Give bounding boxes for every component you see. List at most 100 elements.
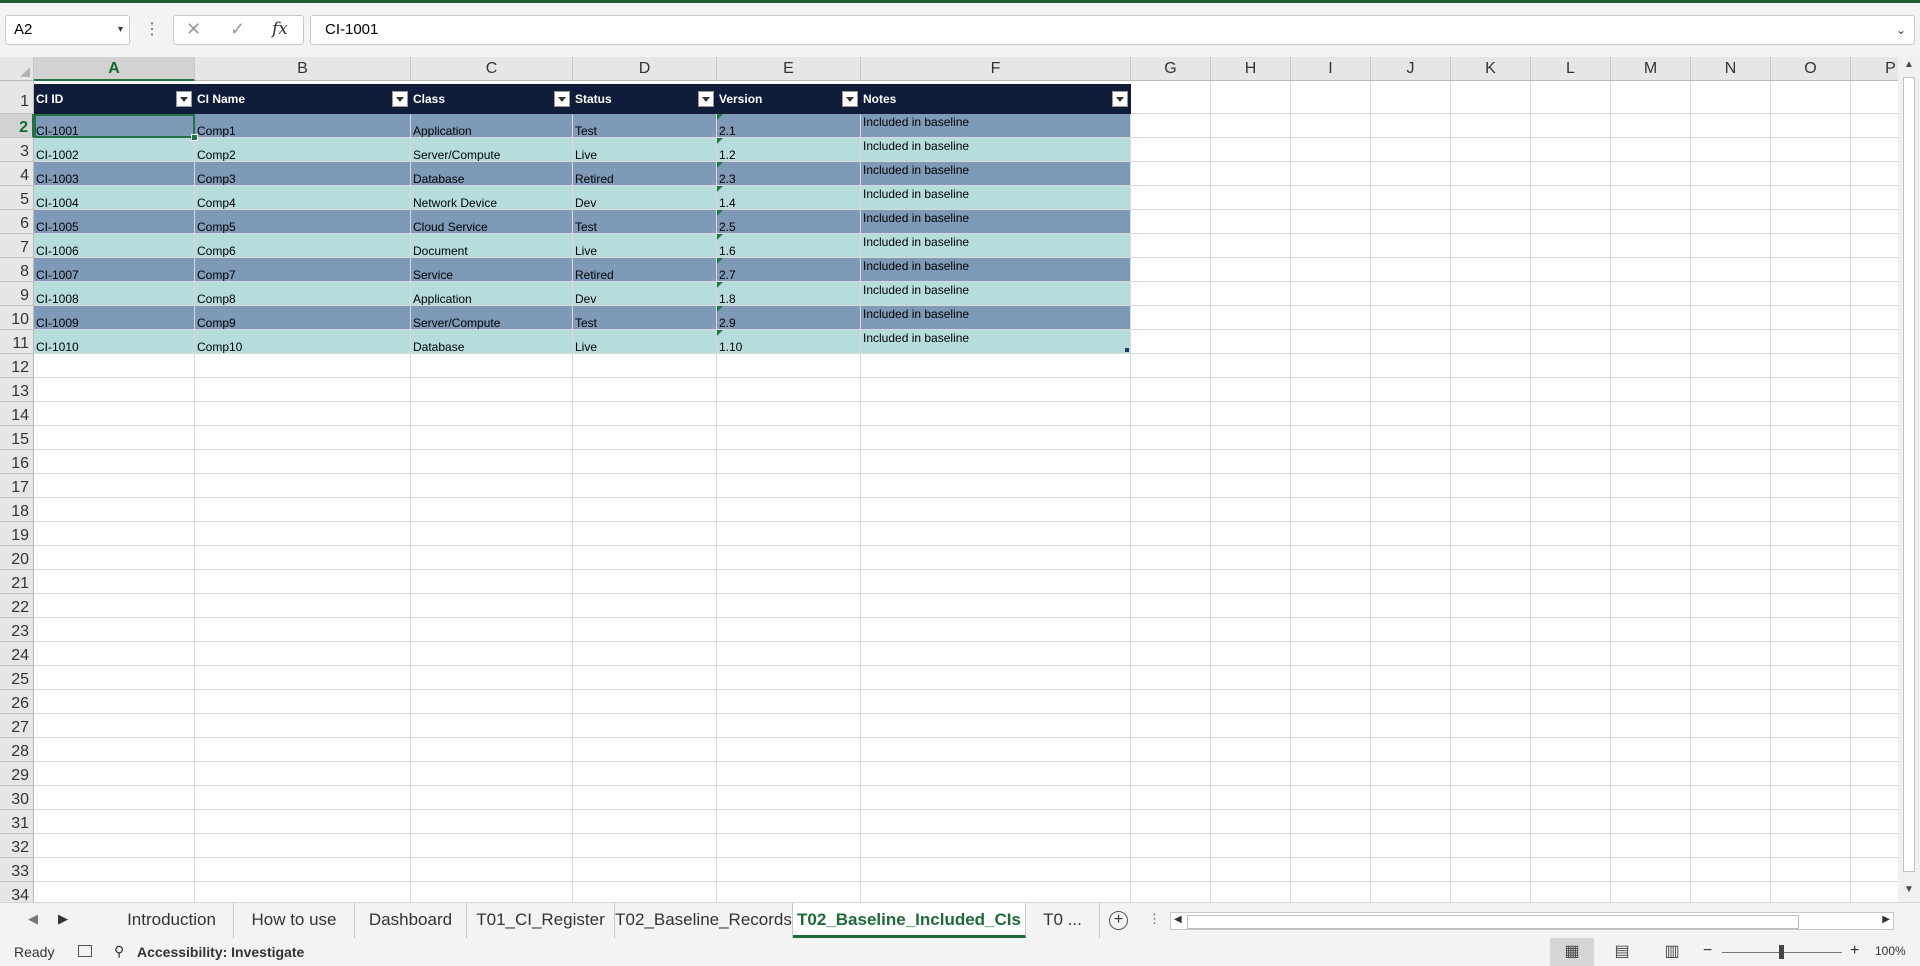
cell[interactable]	[1131, 786, 1211, 810]
cell[interactable]	[1211, 474, 1291, 498]
cell[interactable]	[1851, 81, 1898, 114]
cell[interactable]	[1771, 594, 1851, 618]
row-header[interactable]: 3	[0, 138, 34, 162]
cell[interactable]	[1531, 330, 1611, 354]
cell[interactable]	[195, 450, 411, 474]
cell[interactable]	[1291, 474, 1371, 498]
cell[interactable]	[1851, 378, 1898, 402]
fill-handle[interactable]	[191, 134, 198, 141]
cell[interactable]	[1291, 762, 1371, 786]
cell[interactable]	[1691, 81, 1771, 114]
cell[interactable]	[573, 762, 717, 786]
cell[interactable]	[861, 762, 1131, 786]
cell[interactable]	[573, 378, 717, 402]
cell[interactable]	[1611, 642, 1691, 666]
cell[interactable]	[1771, 762, 1851, 786]
cell[interactable]	[573, 858, 717, 882]
cell[interactable]	[1131, 378, 1211, 402]
cell[interactable]	[34, 618, 195, 642]
macro-record-icon[interactable]	[78, 945, 92, 957]
cell[interactable]	[1371, 570, 1451, 594]
ci-id-cell[interactable]: CI-1002	[34, 138, 195, 162]
cell[interactable]	[1531, 738, 1611, 762]
cell[interactable]	[1851, 306, 1898, 330]
cell[interactable]	[1531, 690, 1611, 714]
cell[interactable]	[1691, 234, 1771, 258]
cell[interactable]	[1851, 570, 1898, 594]
cell[interactable]	[1211, 258, 1291, 282]
cell[interactable]	[861, 498, 1131, 522]
cell[interactable]	[717, 546, 861, 570]
cell[interactable]	[1611, 234, 1691, 258]
cell[interactable]	[1771, 114, 1851, 138]
cell[interactable]	[1211, 138, 1291, 162]
table-cell[interactable]: Comp10	[195, 330, 411, 354]
cell[interactable]	[1451, 786, 1531, 810]
add-sheet-icon[interactable]: +	[1109, 911, 1128, 930]
cell[interactable]	[1451, 858, 1531, 882]
cell[interactable]	[1531, 450, 1611, 474]
cell[interactable]	[1611, 210, 1691, 234]
table-cell[interactable]: Server/Compute	[411, 306, 573, 330]
cell[interactable]	[1771, 234, 1851, 258]
cell[interactable]	[195, 546, 411, 570]
cell[interactable]	[1371, 114, 1451, 138]
table-cell[interactable]: Included in baseline	[861, 162, 1131, 186]
table-cell[interactable]: Dev	[573, 282, 717, 306]
cell[interactable]	[1291, 258, 1371, 282]
select-all-button[interactable]	[0, 57, 34, 81]
cell[interactable]	[34, 354, 195, 378]
cell[interactable]	[1451, 666, 1531, 690]
cell[interactable]	[1691, 522, 1771, 546]
cell[interactable]	[1131, 594, 1211, 618]
cell[interactable]	[1611, 738, 1691, 762]
cell[interactable]	[1291, 834, 1371, 858]
cell[interactable]	[1211, 450, 1291, 474]
cell[interactable]	[1451, 762, 1531, 786]
cell[interactable]	[717, 474, 861, 498]
cell[interactable]	[1451, 306, 1531, 330]
version-cell[interactable]: 2.7	[717, 258, 861, 282]
cell[interactable]	[1851, 162, 1898, 186]
cell[interactable]	[1691, 570, 1771, 594]
column-header[interactable]: B	[195, 57, 411, 81]
cell[interactable]	[411, 402, 573, 426]
table-cell[interactable]: Comp7	[195, 258, 411, 282]
cell[interactable]	[1691, 114, 1771, 138]
cell[interactable]	[1771, 738, 1851, 762]
cell[interactable]	[34, 378, 195, 402]
cell[interactable]	[1851, 810, 1898, 834]
sheet-tab[interactable]: Introduction	[110, 903, 234, 938]
cell[interactable]	[34, 594, 195, 618]
cell[interactable]	[1691, 138, 1771, 162]
cell[interactable]	[1611, 786, 1691, 810]
row-header[interactable]: 34	[0, 882, 34, 902]
accessibility-status[interactable]: Accessibility: Investigate	[137, 944, 304, 960]
cell[interactable]	[34, 474, 195, 498]
cell[interactable]	[1851, 186, 1898, 210]
sheet-tab[interactable]: T0 ...	[1026, 903, 1100, 938]
cell[interactable]	[1291, 186, 1371, 210]
cell[interactable]	[1531, 522, 1611, 546]
cell[interactable]	[1771, 666, 1851, 690]
table-header-cell[interactable]: Version	[717, 84, 861, 114]
cell[interactable]	[717, 522, 861, 546]
row-header[interactable]: 4	[0, 162, 34, 186]
cell[interactable]	[1291, 858, 1371, 882]
page-break-view-icon[interactable]: ▥	[1650, 938, 1694, 966]
cell[interactable]	[1451, 498, 1531, 522]
cell[interactable]	[861, 450, 1131, 474]
cell[interactable]	[1531, 354, 1611, 378]
row-header[interactable]: 14	[0, 402, 34, 426]
cell[interactable]	[1131, 234, 1211, 258]
cell[interactable]	[1851, 282, 1898, 306]
table-cell[interactable]: Comp8	[195, 282, 411, 306]
cell[interactable]	[195, 354, 411, 378]
cell[interactable]	[1851, 666, 1898, 690]
expand-formula-icon[interactable]: ⌄	[1896, 16, 1906, 44]
cell[interactable]	[1691, 210, 1771, 234]
cell[interactable]	[717, 402, 861, 426]
tab-options-icon[interactable]: ⋮	[1148, 911, 1161, 927]
table-cell[interactable]: Included in baseline	[861, 234, 1131, 258]
enter-icon[interactable]: ✓	[230, 19, 245, 40]
